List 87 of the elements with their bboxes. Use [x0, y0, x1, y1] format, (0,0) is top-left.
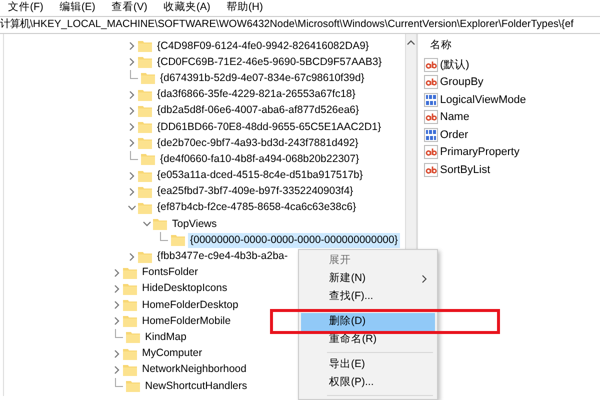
chevron-down-icon[interactable] — [127, 202, 137, 213]
folder-icon — [126, 380, 140, 392]
string-value-icon — [424, 75, 438, 90]
menu-item[interactable]: 查看(V) — [111, 0, 148, 16]
menu-item[interactable]: 收藏夹(A) — [163, 0, 210, 16]
registry-key[interactable]: MyComputer — [140, 346, 204, 362]
registry-key[interactable]: {e053a11a-dced-4515-8c4e-d51ba917517b} — [155, 168, 365, 184]
folder-icon — [138, 104, 152, 117]
folder-icon — [123, 348, 137, 360]
chevron-right-icon[interactable] — [127, 106, 137, 116]
value-name[interactable]: GroupBy — [440, 74, 484, 90]
registry-key[interactable]: NewShortcutHandlers — [143, 378, 250, 394]
registry-key[interactable]: KindMap — [143, 330, 188, 345]
string-value-icon — [424, 162, 438, 177]
chevron-right-icon[interactable] — [127, 138, 137, 148]
chevron-right-icon[interactable] — [127, 41, 137, 52]
folder-icon — [138, 56, 152, 68]
registry-key[interactable]: FontsFolder — [140, 265, 200, 280]
chevron-right-icon[interactable] — [112, 300, 122, 310]
folder-icon — [171, 234, 185, 246]
chevron-right-icon[interactable] — [127, 57, 137, 68]
chevron-right-icon[interactable] — [112, 316, 122, 326]
chevron-right-icon[interactable] — [112, 284, 122, 294]
menu-item[interactable]: 文件(F) — [8, 0, 44, 16]
chevron-right-icon[interactable] — [112, 364, 122, 375]
string-value-icon — [424, 145, 438, 160]
folder-icon — [123, 364, 137, 376]
value-name[interactable]: LogicalViewMode — [440, 92, 526, 108]
registry-key[interactable]: HideDesktopIcons — [140, 281, 230, 296]
value-name[interactable]: Order — [440, 126, 468, 143]
chevron-right-icon[interactable] — [127, 170, 137, 181]
registry-key[interactable]: {ea25fbd7-3bf7-409e-b97f-3352240903f4} — [155, 184, 356, 200]
folder-icon — [138, 137, 152, 150]
chevron-right-icon[interactable] — [112, 348, 122, 359]
folder-icon — [138, 250, 152, 263]
chevron-right-icon[interactable] — [127, 186, 137, 197]
context-menu-item[interactable]: 删除(D) — [301, 313, 435, 331]
folder-icon — [138, 170, 152, 182]
folder-icon — [138, 202, 152, 214]
address-bar[interactable]: 计算机\HKEY_LOCAL_MACHINE\SOFTWARE\WOW6432Node\Microsoft\Windows\CurrentVersion\Explorer\FolderTypes\{ef — [0, 16, 600, 34]
binary-value-icon — [424, 128, 438, 142]
registry-key[interactable]: HomeFolderDesktop — [140, 298, 240, 313]
chevron-right-icon[interactable] — [127, 90, 137, 100]
scroll-up-icon[interactable] — [407, 40, 415, 44]
value-name[interactable]: SortByList — [440, 162, 490, 178]
column-header[interactable]: 名称 — [424, 34, 600, 56]
registry-key[interactable]: {de2b70ec-9bf7-4a93-bd3d-243f7881d492} — [155, 136, 360, 151]
string-value-icon — [424, 110, 438, 124]
chevron-right-icon[interactable] — [127, 122, 137, 132]
folder-icon — [153, 218, 167, 230]
folder-icon — [141, 153, 155, 166]
registry-key[interactable]: HomeFolderMobile — [140, 314, 233, 329]
registry-key[interactable]: {ef87b4cb-f2ce-4785-8658-4ca6c63e38c6} — [155, 200, 358, 216]
registry-key[interactable]: {C4D98F09-6124-4fe0-9942-826416082DA9} — [155, 38, 371, 54]
registry-key[interactable]: TopViews — [170, 216, 219, 232]
string-value-icon — [424, 58, 438, 72]
folder-icon — [138, 88, 152, 101]
registry-key[interactable]: {DD61BD66-70E8-48dd-9655-65C5E1AAC2D1} — [155, 120, 384, 135]
menu-item[interactable]: 编辑(E) — [59, 0, 96, 16]
folder-icon — [126, 331, 140, 344]
registry-key[interactable]: {de4f0660-fa10-4b8f-a494-068b20b22307} — [158, 152, 362, 167]
folder-icon — [123, 299, 137, 312]
menu-item[interactable]: 帮助(H) — [226, 0, 263, 16]
registry-key[interactable]: {da3f6866-35fe-4229-821a-26553a67fc18} — [155, 87, 358, 102]
registry-key[interactable]: {d674391b-52d9-4e07-834e-67c98610f39d} — [158, 70, 366, 86]
registry-key[interactable]: {db2a5d8f-06e6-4007-aba6-af877d526ea6} — [155, 103, 362, 118]
folder-icon — [123, 266, 137, 279]
folder-icon — [138, 186, 152, 198]
chevron-right-icon[interactable] — [112, 268, 122, 278]
context-menu-item[interactable]: 权限(P)... — [301, 374, 435, 392]
registry-key[interactable]: {00000000-0000-0000-0000-000000000000} — [188, 232, 400, 248]
value-name[interactable]: PrimaryProperty — [440, 144, 520, 160]
registry-key[interactable]: {CD0FC69B-71E2-46e5-9690-5BCD9F57AAB3} — [155, 54, 384, 70]
folder-icon — [138, 40, 152, 52]
chevron-right-icon[interactable] — [127, 252, 137, 262]
context-menu-item[interactable]: 新建(N) — [301, 270, 435, 288]
folder-icon — [123, 282, 137, 295]
context-menu-item[interactable]: 导出(E) — [301, 356, 435, 374]
context-menu-item[interactable]: 查找(F)... — [301, 288, 435, 306]
folder-icon — [138, 121, 152, 134]
binary-value-icon — [424, 92, 438, 107]
registry-key[interactable]: {fbb3477e-c9e4-4b3b-a2ba- — [155, 249, 290, 264]
folder-icon — [123, 315, 137, 328]
value-name[interactable]: Name — [440, 109, 470, 126]
value-name[interactable]: (默认) — [440, 56, 470, 73]
folder-icon — [141, 72, 155, 84]
registry-key[interactable]: NetworkNeighborhood — [140, 362, 248, 378]
